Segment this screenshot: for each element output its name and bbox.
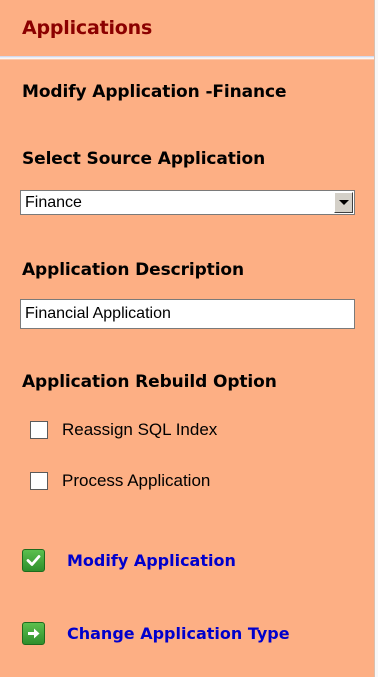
applications-panel: Applications Modify Application -Finance… [0, 0, 375, 677]
chevron-down-icon [339, 200, 349, 205]
panel-header-title: Applications [22, 17, 153, 39]
change-application-type-label[interactable]: Change Application Type [67, 624, 290, 643]
arrow-right-icon [22, 622, 45, 645]
source-application-label: Select Source Application [22, 149, 266, 169]
process-application-label[interactable]: Process Application [62, 471, 210, 491]
form-title: Modify Application -Finance [22, 82, 287, 102]
reassign-sql-index-checkbox[interactable] [30, 421, 48, 439]
process-application-checkbox[interactable] [30, 472, 48, 490]
header-divider [0, 56, 374, 60]
application-description-input[interactable] [20, 299, 355, 329]
source-application-value: Finance [25, 194, 82, 211]
dropdown-button[interactable] [334, 192, 353, 213]
rebuild-option-label: Application Rebuild Option [22, 372, 277, 392]
reassign-sql-index-label[interactable]: Reassign SQL Index [62, 420, 217, 440]
checkmark-icon [22, 549, 45, 572]
application-description-label: Application Description [22, 260, 245, 280]
source-application-select[interactable]: Finance [20, 190, 355, 215]
modify-application-label[interactable]: Modify Application [67, 551, 236, 570]
